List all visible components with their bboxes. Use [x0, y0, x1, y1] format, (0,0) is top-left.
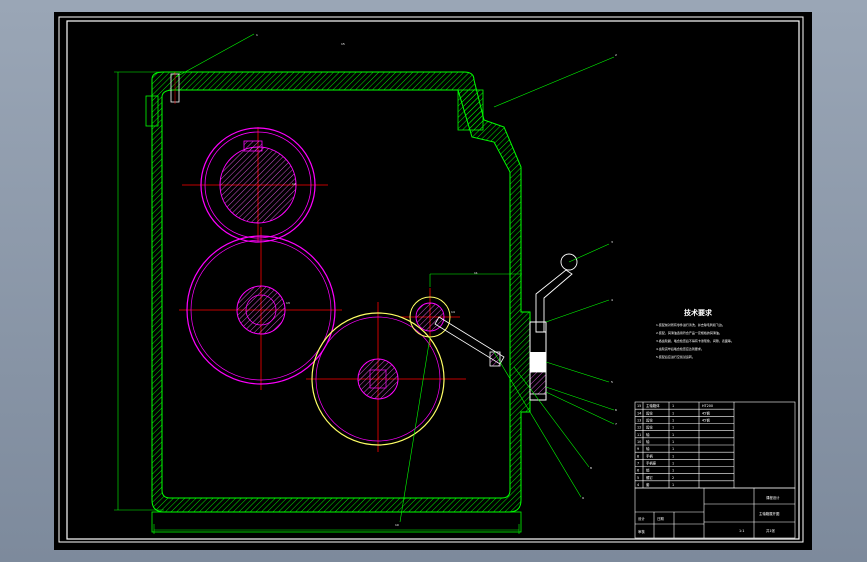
leader-label: 3 [611, 240, 613, 244]
title-block-checker: 审核 [638, 529, 645, 534]
cad-drawing: 1 2 3 4 5 6 7 8 9 10 11 12 13 14 15 技术要求… [58, 16, 804, 543]
title-block-company: 课程设计 [766, 495, 780, 500]
leader-label: 5 [611, 380, 613, 384]
parts-cell-name: 齿轮 [646, 425, 653, 430]
leader-label: 6 [615, 408, 617, 412]
title-block-drawing-title: 主轴箱展开图 [759, 511, 780, 516]
leader-label: 14 [451, 310, 455, 314]
parts-cell-no: 8 [637, 454, 639, 458]
parts-cell-name: 手柄座 [646, 460, 657, 465]
leader-label: 2 [615, 53, 617, 57]
parts-cell-qty: 1 [672, 418, 674, 422]
title-block-sheet: 共1张 [766, 528, 776, 533]
requirement-line: 1.装配前对所有零件进行清洗，并去除毛刺和飞边。 [656, 322, 725, 327]
parts-cell-qty: 1 [672, 404, 674, 408]
title-block-date: 日期 [657, 516, 664, 521]
technical-requirements: 技术要求 1.装配前对所有零件进行清洗，并去除毛刺和飞边。 2.装配，润滑油选用… [656, 308, 734, 359]
leader-label: 1 [256, 33, 258, 37]
title-block-designer: 设计 [638, 516, 645, 521]
parts-cell-name: 轴 [646, 439, 650, 444]
requirement-line: 5.装配后应进行空载试运转。 [656, 354, 695, 359]
parts-cell-no: 6 [637, 469, 639, 473]
leader-label: 12 [292, 182, 296, 186]
requirement-line: 3.各齿轮副，啮合检查后不得有卡滞现象，间隙，表面等。 [656, 338, 734, 343]
leader-label: 8 [590, 466, 592, 470]
leader-label: 13 [286, 301, 290, 305]
parts-cell-name: 轴 [646, 432, 650, 437]
parts-cell-no: 15 [637, 404, 641, 408]
parts-list [634, 401, 796, 489]
parts-cell-name: 主轴箱体 [646, 403, 660, 408]
parts-cell-qty: 2 [672, 476, 674, 480]
leader-label: 11 [474, 271, 478, 275]
parts-cell-no: 12 [637, 426, 641, 430]
parts-cell-name: 齿轮 [646, 410, 653, 415]
parts-cell-material: HT200 [702, 404, 713, 408]
parts-cell-name: 螺钉 [646, 475, 653, 480]
requirement-line: 4.齿轮完毕后啮合检查应达到要求。 [656, 346, 704, 351]
requirement-line: 2.装配，润滑油选用符合产品一定规格的润滑油。 [656, 330, 722, 335]
parts-cell-name: 套 [646, 482, 650, 487]
leader-label: 10 [395, 523, 399, 527]
parts-cell-no: 14 [637, 411, 641, 415]
leader-label: 9 [582, 496, 584, 500]
drawing-viewport[interactable]: 1 2 3 4 5 6 7 8 9 10 11 12 13 14 15 技术要求… [54, 12, 812, 550]
parts-cell-no: 7 [637, 461, 639, 465]
parts-cell-qty: 1 [672, 440, 674, 444]
parts-cell-no: 5 [637, 476, 639, 480]
parts-cell-qty: 1 [672, 461, 674, 465]
parts-cell-qty: 1 [672, 454, 674, 458]
parts-cell-material: 45钢 [702, 410, 710, 415]
parts-cell-qty: 1 [672, 426, 674, 430]
requirements-title: 技术要求 [684, 308, 713, 317]
parts-cell-name: 手柄 [646, 453, 653, 458]
parts-cell-qty: 1 [672, 433, 674, 437]
parts-cell-name: 销 [646, 468, 650, 473]
leader-label: 4 [611, 298, 613, 302]
leader-label: 15 [341, 42, 345, 46]
parts-cell-qty: 1 [672, 483, 674, 487]
parts-cell-qty: 1 [672, 411, 674, 415]
parts-cell-no: 9 [637, 447, 639, 451]
parts-cell-no: 13 [637, 418, 641, 422]
shift-pinion [409, 296, 451, 338]
parts-cell-no: 11 [637, 433, 641, 437]
parts-cell-qty: 1 [672, 447, 674, 451]
parts-cell-no: 4 [637, 483, 639, 487]
parts-cell-name: 齿轮 [646, 417, 653, 422]
parts-cell-name: 轴 [646, 446, 650, 451]
title-block-scale: 1:1 [739, 529, 744, 533]
leader-label: 7 [615, 422, 617, 426]
parts-cell-material: 45钢 [702, 417, 710, 422]
gearbox-housing [145, 71, 531, 533]
parts-cell-no: 10 [637, 440, 641, 444]
parts-cell-qty: 1 [672, 469, 674, 473]
